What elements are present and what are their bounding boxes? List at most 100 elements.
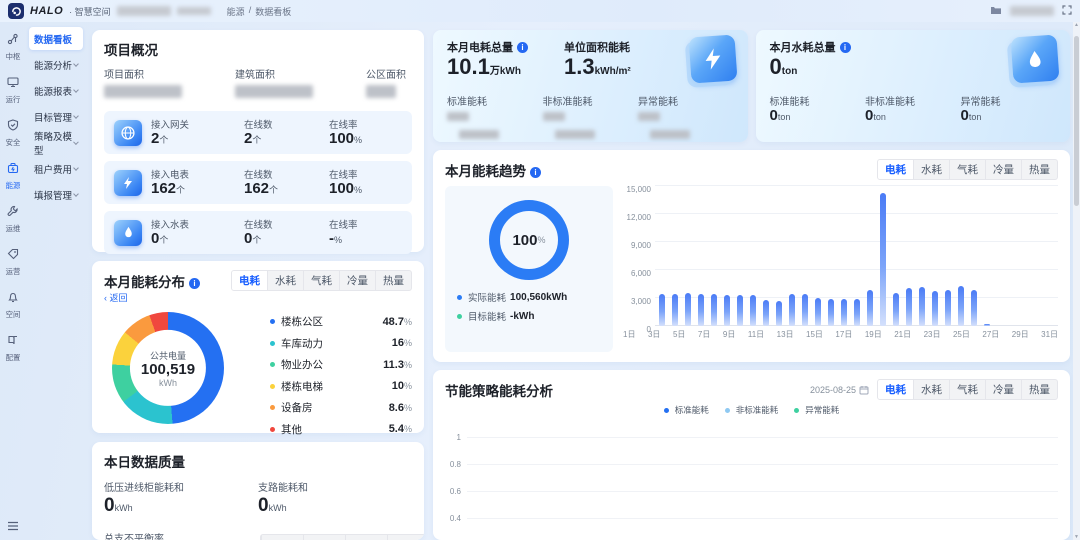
rail-item-7[interactable]: 空间 [5, 290, 21, 320]
bar-day-8[interactable] [749, 295, 756, 326]
project-name-redacted[interactable] [116, 6, 171, 16]
bar-day-5[interactable] [710, 293, 717, 326]
x-tick-label: 17日 [835, 330, 853, 339]
collapse-menu-icon[interactable] [7, 518, 19, 536]
trend-tab-5[interactable]: 热量 [1021, 160, 1057, 179]
sidebar-item-3[interactable]: 能源报表 [29, 79, 83, 102]
date-picker[interactable]: 2025-08-25 [810, 385, 869, 395]
rail-item-6[interactable]: 运营 [5, 247, 21, 277]
info-icon[interactable]: i [530, 166, 541, 178]
bar-day-17[interactable] [866, 290, 873, 326]
bar-day-11[interactable] [788, 294, 795, 326]
energy-distribution-donut-chart[interactable]: 公共电量 100,519 kWh [112, 312, 224, 424]
info-icon[interactable]: i [839, 42, 851, 53]
distribution-tab-5[interactable]: 热量 [375, 271, 411, 290]
sidebar-item-2[interactable]: 能源分析 [29, 53, 83, 76]
balance-rate-slider[interactable] [260, 534, 424, 540]
x-tick-label: 31日 [1041, 330, 1059, 339]
distribution-tab-4[interactable]: 冷量 [339, 271, 375, 290]
donut-center: 公共电量 100,519 kWh [129, 329, 207, 407]
scrollbar-thumb[interactable] [1074, 36, 1079, 206]
sidebar-item-6[interactable]: 租户费用 [29, 157, 83, 180]
bar-day-19[interactable] [892, 292, 899, 326]
bar-day-4[interactable] [697, 293, 704, 326]
bar-day-6[interactable] [723, 294, 730, 326]
x-tick-label: 23日 [923, 330, 941, 339]
bar-day-23[interactable] [944, 290, 951, 326]
username-redacted[interactable] [1010, 6, 1054, 16]
quality-field-value: 0kWh [258, 495, 287, 516]
trend-tab-2[interactable]: 水耗 [913, 160, 949, 179]
bar-slot-day-7 [733, 186, 746, 326]
strategy-legend-item-2[interactable]: 非标准能耗 [724, 404, 778, 416]
sidebar-item-4[interactable]: 目标管理 [29, 105, 83, 128]
rail-item-1[interactable]: 中枢 [5, 32, 21, 62]
strategy-tab-5[interactable]: 热量 [1021, 380, 1057, 399]
breadcrumb-module[interactable]: 能源 [227, 5, 245, 18]
x-tick-label: 9日 [722, 330, 736, 339]
trend-tab-4[interactable]: 冷量 [985, 160, 1021, 179]
bar-day-7[interactable] [736, 294, 743, 326]
bar-day-21[interactable] [918, 287, 925, 326]
area-energy-title: 单位面积能耗 [564, 42, 630, 54]
sidebar-item-label: 租户费用 [34, 164, 73, 176]
bar-day-13[interactable] [814, 298, 821, 326]
bar-day-12[interactable] [801, 293, 808, 326]
bar-day-10[interactable] [775, 300, 782, 326]
sidebar-item-7[interactable]: 填报管理 [29, 183, 83, 206]
bar-day-24[interactable] [957, 285, 964, 326]
strategy-tab-2[interactable]: 水耗 [913, 380, 949, 399]
trend-bar-chart[interactable] [655, 185, 1058, 326]
strategy-line-chart[interactable]: 1 0.8 0.6 0.4 0.2 [445, 424, 1058, 540]
page-scrollbar[interactable]: ▲ ▼ [1073, 22, 1080, 540]
rail-item-3[interactable]: 安全 [5, 118, 21, 148]
rail-item-2[interactable]: 运行 [5, 75, 21, 105]
sidebar-item-1[interactable]: 数据看板 [29, 27, 83, 50]
rail-item-8[interactable]: 配置 [5, 333, 21, 363]
bar-day-25[interactable] [970, 290, 977, 326]
strategy-tab-1[interactable]: 电耗 [878, 380, 913, 399]
info-icon[interactable]: i [517, 42, 528, 53]
bar-day-18[interactable] [879, 193, 886, 326]
rail-item-label: 运维 [5, 224, 21, 233]
bar-day-9[interactable] [762, 300, 769, 326]
bar-day-20[interactable] [905, 288, 912, 326]
bar-day-16[interactable] [853, 298, 860, 326]
strategy-grid-row-2: 0.8 [445, 451, 1058, 478]
trend-tab-3[interactable]: 气耗 [949, 160, 985, 179]
rail-item-4[interactable]: 能源 [5, 161, 21, 191]
bar-day-26[interactable] [983, 324, 990, 326]
bar-day-15[interactable] [840, 299, 847, 326]
x-tick-label [735, 329, 747, 340]
fullscreen-icon[interactable] [1062, 2, 1072, 20]
rail-item-5[interactable]: 运维 [5, 204, 21, 234]
trend-legend-item-1: 实际能耗 100,560kWh [457, 290, 601, 304]
online-rate-value: 100% [329, 130, 363, 147]
folder-icon[interactable] [990, 2, 1002, 20]
chevron-down-icon [73, 112, 79, 119]
bar-day-14[interactable] [827, 298, 834, 326]
bar-day-22[interactable] [931, 291, 938, 326]
strategy-grid-row-4: 0.4 [445, 505, 1058, 532]
online-count-label: 在线数 [244, 120, 273, 131]
info-icon[interactable]: i [189, 277, 200, 289]
strategy-tab-3[interactable]: 气耗 [949, 380, 985, 399]
bar-day-3[interactable] [684, 292, 691, 326]
strategy-grid-row-5: 0.2 [445, 532, 1058, 540]
strategy-legend-item-3[interactable]: 异常能耗 [794, 404, 839, 416]
sidebar-item-5[interactable]: 策略及模型 [29, 131, 83, 157]
strategy-legend-item-1[interactable]: 标准能耗 [663, 404, 709, 416]
trend-legend-item-2: 目标能耗 -kWh [457, 309, 601, 323]
sub-value: 0ton [865, 107, 886, 124]
trend-tab-1[interactable]: 电耗 [878, 160, 913, 179]
stat-value: 2个 [151, 130, 169, 147]
distribution-tab-2[interactable]: 水耗 [267, 271, 303, 290]
bar-day-2[interactable] [671, 293, 678, 326]
bar-day-1[interactable] [658, 294, 665, 326]
distribution-tab-3[interactable]: 气耗 [303, 271, 339, 290]
sub-value-redacted [542, 112, 565, 121]
topbar: HALO · 智慧空间 能源 / 数据看板 [0, 0, 1080, 22]
distribution-tab-1[interactable]: 电耗 [232, 271, 267, 290]
back-link[interactable]: ‹ 返回 [104, 291, 412, 304]
strategy-tab-4[interactable]: 冷量 [985, 380, 1021, 399]
